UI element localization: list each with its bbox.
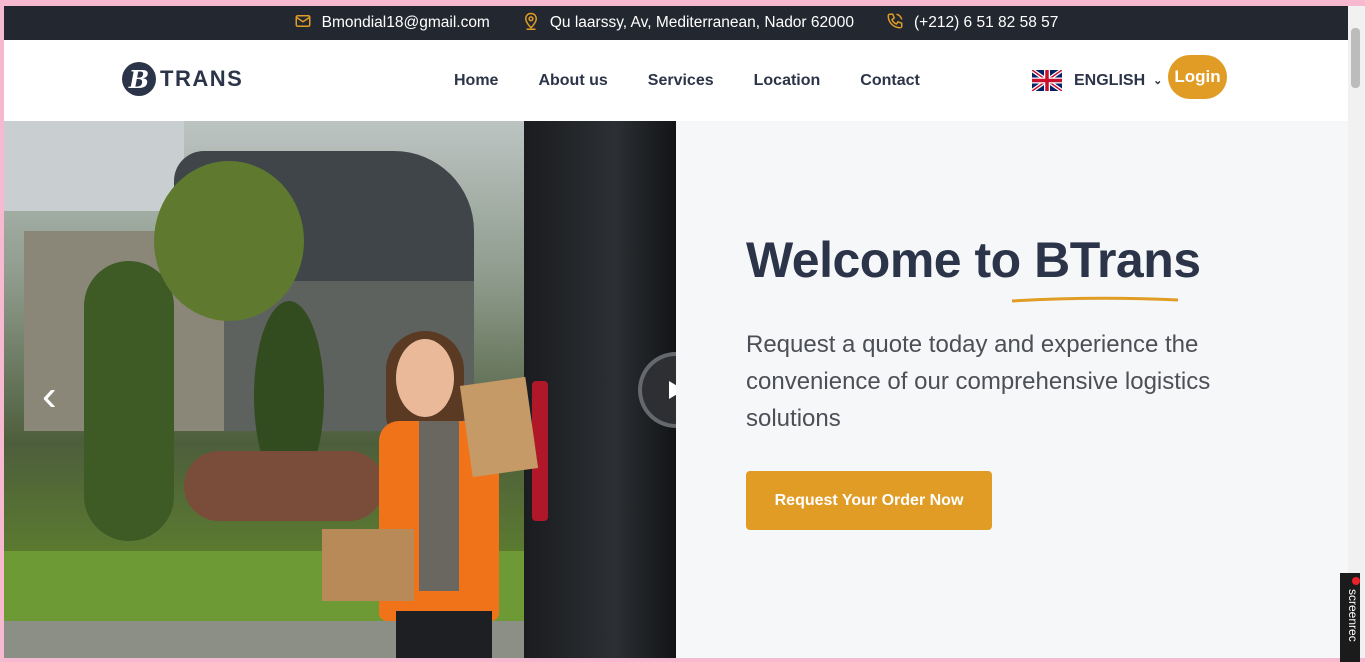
record-icon [1352,577,1360,585]
scrollbar-thumb[interactable] [1351,28,1360,88]
nav-menu: Home About us Services Location Contact [454,40,920,121]
phone-icon [886,12,904,35]
brand-logo[interactable]: B TRANS [122,62,243,96]
email-text: Bmondial18@gmail.com [321,14,490,31]
hero-image-delivery-woman: ‹ [4,121,676,658]
login-button[interactable]: Login [1168,55,1227,99]
address-text: Qu laarssy, Av, Mediterranean, Nador 620… [549,14,855,31]
scrollbar[interactable] [1348,6,1365,658]
package-box [322,529,414,601]
hero-section: ‹ Welcome to BTrans Request a quote toda… [4,121,1348,658]
logo-text: TRANS [160,66,244,91]
nav-contact[interactable]: Contact [860,72,920,90]
screen-recorder-label: screenrec [1346,589,1360,642]
carousel-prev-icon[interactable]: ‹ [42,371,57,421]
logo-mark: B [122,62,156,96]
phone-item[interactable]: (+212) 6 51 82 58 57 [886,12,1058,35]
mail-icon [294,12,312,35]
hero-title: Welcome to BTrans [746,232,1201,288]
uk-flag-icon [1032,70,1062,91]
browser-viewport: Bmondial18@gmail.com Qu laarssy, Av, Med… [4,6,1348,658]
nav-about-us[interactable]: About us [538,72,607,90]
language-selector[interactable]: ENGLISH ⌄ [1032,70,1162,91]
title-underline [1011,296,1179,303]
nav-location[interactable]: Location [754,72,821,90]
package-box [459,376,539,478]
phone-text: (+212) 6 51 82 58 57 [914,14,1059,31]
hero-subtitle: Request a quote today and experience the… [746,331,1211,432]
hero-content: Welcome to BTrans Request a quote today … [676,121,1348,658]
screen-recorder-tab[interactable]: screenrec [1340,573,1360,662]
location-pin-icon [522,12,540,35]
main-navbar: B TRANS Home About us Services Location … [4,40,1348,121]
nav-services[interactable]: Services [648,72,714,90]
address-item: Qu laarssy, Av, Mediterranean, Nador 620… [522,12,854,35]
request-order-button[interactable]: Request Your Order Now [746,471,992,530]
nav-home[interactable]: Home [454,72,498,90]
chevron-down-icon: ⌄ [1153,75,1163,87]
contact-bar: Bmondial18@gmail.com Qu laarssy, Av, Med… [4,6,1348,40]
email-item[interactable]: Bmondial18@gmail.com [294,12,490,35]
language-label: ENGLISH [1074,71,1146,89]
